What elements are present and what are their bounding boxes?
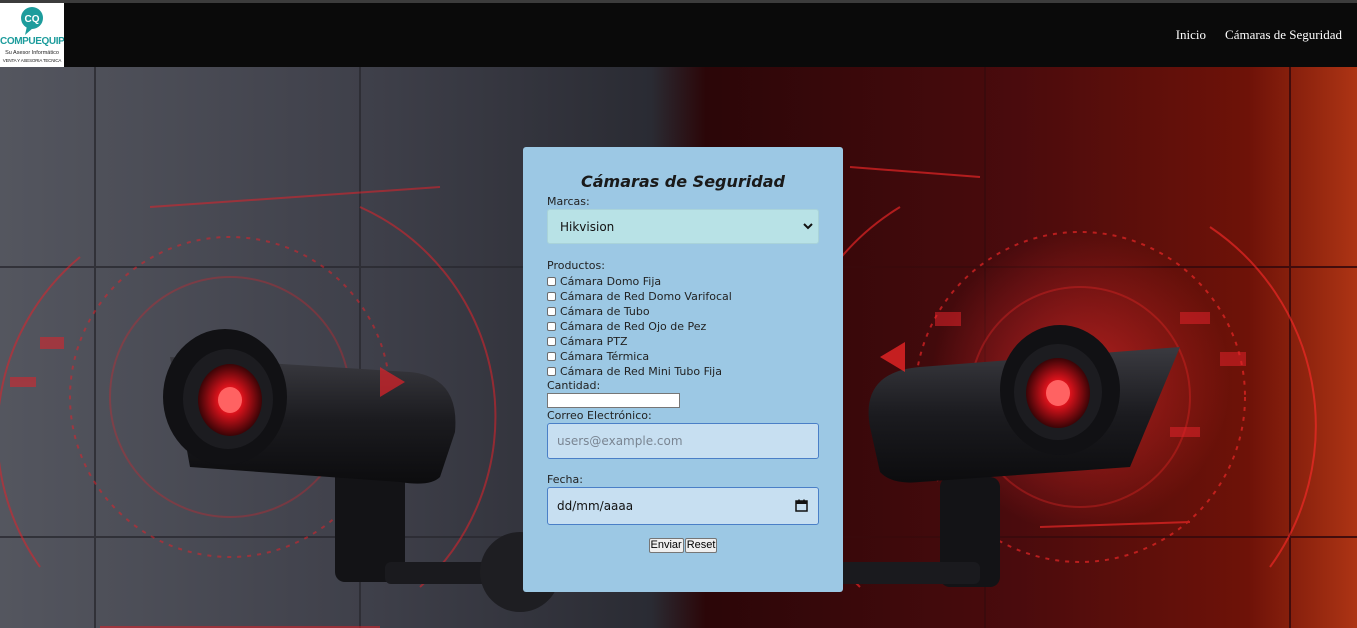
producto-checkbox[interactable] <box>547 306 556 316</box>
correo-label: Correo Electrónico: <box>547 409 652 422</box>
marcas-label: Marcas: <box>547 195 590 208</box>
cantidad-input[interactable] <box>547 393 680 408</box>
producto-checkbox-row: Cámara PTZ <box>547 334 628 348</box>
logo-letters: CQ <box>25 14 40 25</box>
main-nav: Inicio Cámaras de Seguridad <box>1176 27 1342 43</box>
date-field[interactable]: dd/mm/aaaa <box>547 487 819 525</box>
cantidad-label: Cantidad: <box>547 379 601 392</box>
email-field[interactable]: users@example.com <box>547 423 819 459</box>
producto-checkbox-row: Cámara de Red Mini Tubo Fija <box>547 364 722 378</box>
nav-link-inicio[interactable]: Inicio <box>1176 27 1206 43</box>
producto-label: Cámara de Red Ojo de Pez <box>560 319 707 333</box>
fecha-label: Fecha: <box>547 473 583 486</box>
reset-button[interactable]: Reset <box>684 538 718 553</box>
producto-checkbox-row: Cámara Domo Fija <box>547 274 661 288</box>
nav-link-camaras[interactable]: Cámaras de Seguridad <box>1225 27 1342 43</box>
marcas-select[interactable]: Hikvision <box>547 209 819 244</box>
producto-checkbox-row: Cámara de Tubo <box>547 304 650 318</box>
producto-checkbox[interactable] <box>547 321 556 331</box>
producto-checkbox[interactable] <box>547 276 556 286</box>
producto-checkbox[interactable] <box>547 336 556 346</box>
producto-label: Cámara de Red Domo Varifocal <box>560 289 732 303</box>
producto-checkbox-row: Cámara de Red Ojo de Pez <box>547 319 706 333</box>
producto-checkbox-row: Cámara de Red Domo Varifocal <box>547 289 732 303</box>
producto-label: Cámara Térmica <box>560 349 650 363</box>
site-logo[interactable]: CQ COMPUEQUIPA Su Asesor Informático VEN… <box>0 3 64 67</box>
brand-name: COMPUEQUIPA <box>0 36 64 47</box>
productos-label: Productos: <box>547 259 605 272</box>
calendar-icon[interactable] <box>795 499 808 512</box>
producto-checkbox[interactable] <box>547 351 556 361</box>
right-camera <box>820 325 1180 587</box>
brand-tagline: Su Asesor Informático <box>5 50 59 56</box>
marcas-selected-value: Hikvision <box>560 220 615 234</box>
producto-checkbox[interactable] <box>547 366 556 376</box>
form-buttons: Enviar Reset <box>523 538 843 553</box>
chevron-down-icon <box>803 223 813 230</box>
producto-label: Cámara de Red Mini Tubo Fija <box>560 364 722 378</box>
cq-speech-bubble-icon: CQ <box>21 7 43 35</box>
date-placeholder: dd/mm/aaaa <box>557 499 634 513</box>
submit-button[interactable]: Enviar <box>648 538 684 553</box>
producto-label: Cámara Domo Fija <box>560 274 662 288</box>
form-title: Cámaras de Seguridad <box>581 172 785 191</box>
producto-checkbox-row: Cámara Térmica <box>547 349 649 363</box>
producto-label: Cámara PTZ <box>560 334 628 348</box>
producto-label: Cámara de Tubo <box>560 304 650 318</box>
navbar: CQ COMPUEQUIPA Su Asesor Informático VEN… <box>0 3 1357 67</box>
camera-order-form: Cámaras de Seguridad Marcas: Hikvision P… <box>523 147 843 592</box>
brand-sub-tagline: VENTA Y ASESORIA TECNICA <box>2 58 62 63</box>
producto-checkbox[interactable] <box>547 291 556 301</box>
email-placeholder: users@example.com <box>557 434 683 448</box>
